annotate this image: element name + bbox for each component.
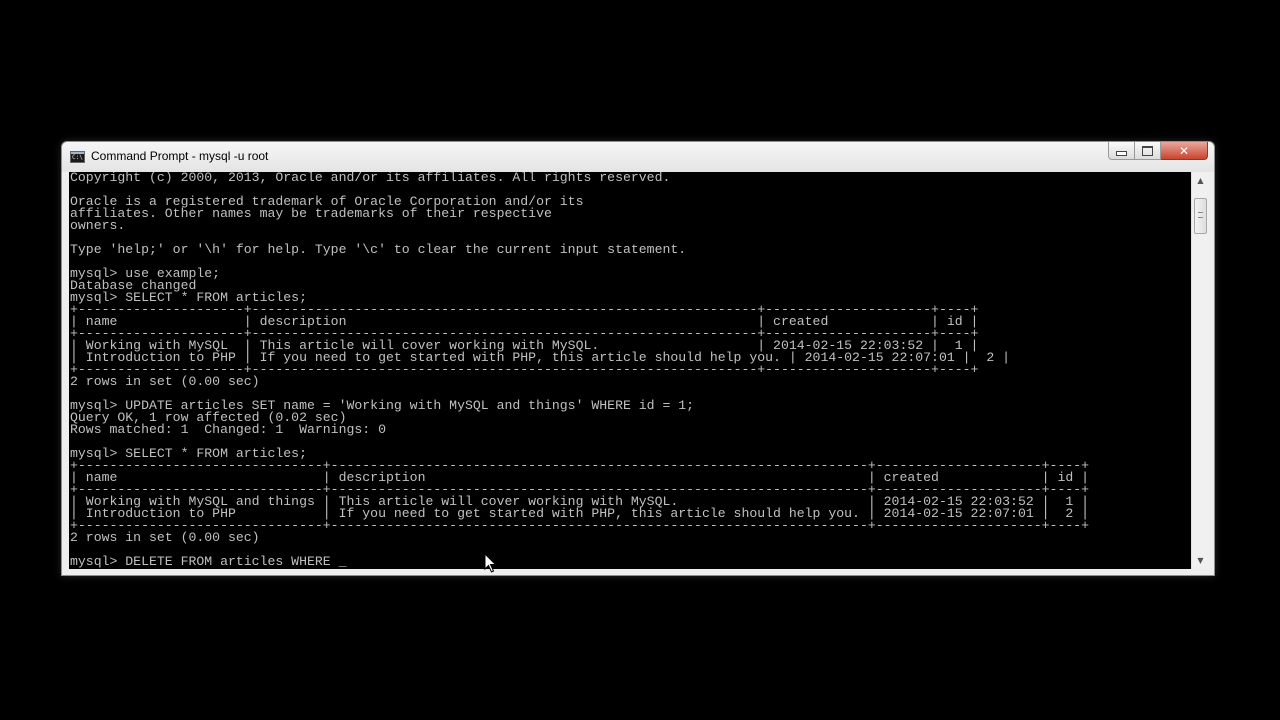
scroll-thumb[interactable] [1194, 198, 1207, 234]
scroll-up-button[interactable]: ▲ [1192, 172, 1209, 189]
terminal-output[interactable]: Copyright (c) 2000, 2013, Oracle and/or … [69, 172, 1191, 569]
command-prompt-icon[interactable] [70, 151, 85, 163]
arrow-down-icon: ▼ [1197, 556, 1204, 565]
current-prompt-line[interactable]: mysql> DELETE FROM articles WHERE [70, 554, 339, 569]
terminal-history: Copyright (c) 2000, 2013, Oracle and/or … [70, 172, 1089, 545]
close-icon: ✕ [1178, 143, 1190, 158]
terminal-text: Copyright (c) 2000, 2013, Oracle and/or … [69, 172, 1180, 568]
terminal-line: Copyright (c) 2000, 2013, Oracle and/or … [69, 172, 671, 185]
terminal-line: 2 rows in set (0.00 sec) [69, 374, 260, 389]
window-controls: ✕ [1108, 142, 1208, 161]
minimize-button[interactable] [1108, 142, 1135, 160]
terminal-line: affiliates. Other names may be trademark… [69, 206, 552, 221]
command-prompt-window[interactable]: Command Prompt - mysql -u root ✕ Copyrig… [61, 141, 1215, 576]
text-cursor: _ [338, 554, 347, 569]
window-title: Command Prompt - mysql -u root [91, 149, 269, 163]
title-bar[interactable]: Command Prompt - mysql -u root ✕ [62, 142, 1214, 172]
maximize-button[interactable] [1135, 142, 1161, 160]
terminal-line: Type 'help;' or '\h' for help. Type '\c'… [69, 242, 687, 257]
close-button[interactable]: ✕ [1161, 142, 1208, 160]
minimize-icon [1116, 151, 1127, 156]
arrow-up-icon: ▲ [1197, 176, 1204, 185]
vertical-scrollbar[interactable]: ▲ ▼ [1191, 172, 1209, 569]
scroll-down-button[interactable]: ▼ [1192, 552, 1209, 569]
terminal-line: 2 rows in set (0.00 sec) [69, 530, 260, 545]
terminal-line: Rows matched: 1 Changed: 1 Warnings: 0 [69, 422, 386, 437]
maximize-icon [1142, 145, 1153, 156]
terminal-line: owners. [69, 218, 126, 233]
mouse-pointer-icon [484, 553, 497, 573]
